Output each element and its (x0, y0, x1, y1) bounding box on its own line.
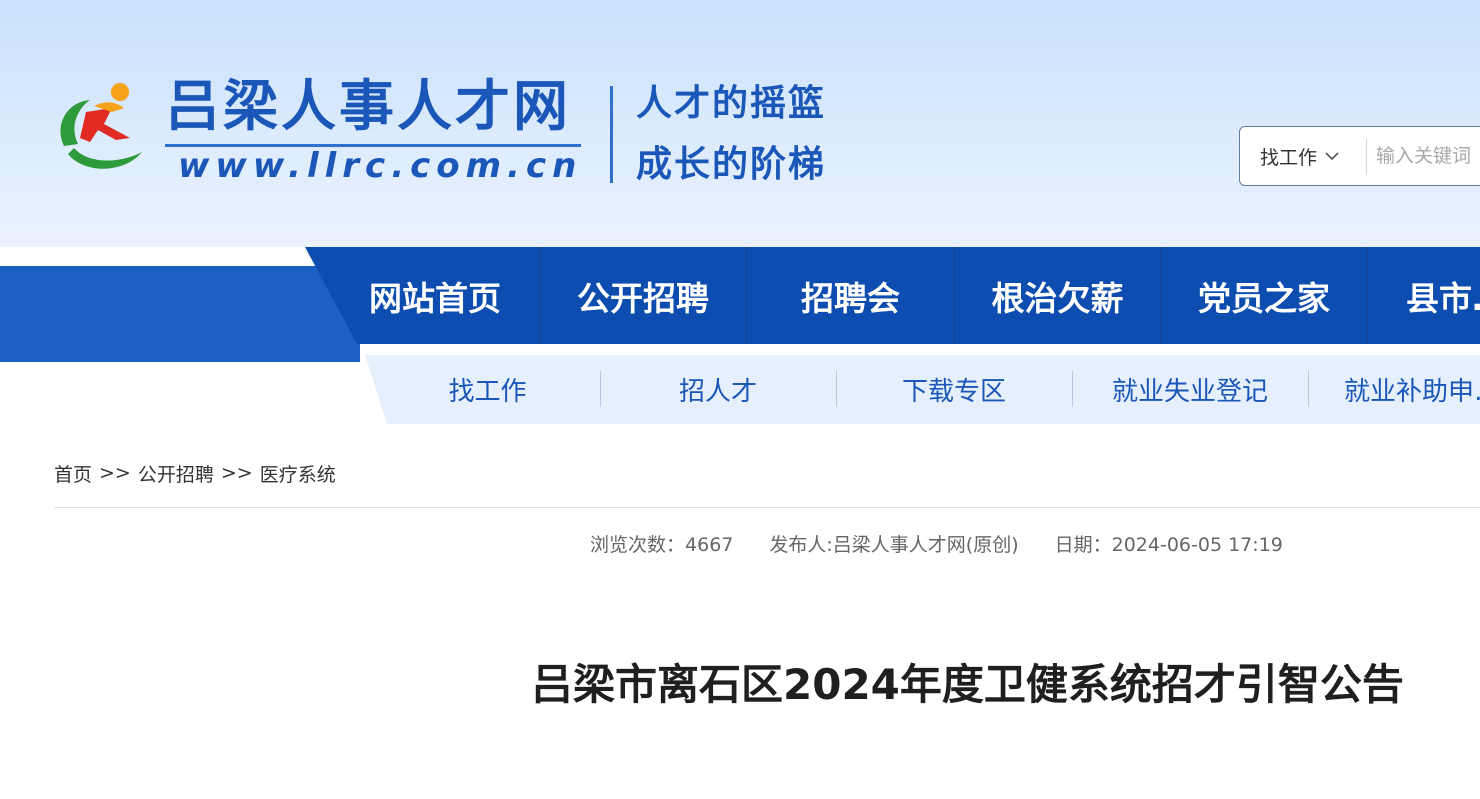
search-category-select[interactable]: 找工作 (1240, 127, 1366, 185)
search-box: 找工作 (1239, 126, 1480, 186)
nav-item-label: 公开招聘 (577, 278, 709, 318)
nav-item-party-home[interactable]: 党员之家 (1161, 247, 1368, 344)
search-separator (1366, 139, 1367, 175)
site-logo-icon[interactable] (50, 78, 154, 182)
main-nav: 网站首页 公开招聘 招聘会 根治欠薪 党员之家 县市… (305, 247, 1480, 344)
nav-item-job-fair[interactable]: 招聘会 (747, 247, 955, 344)
view-count: 浏览次数：4667 (590, 530, 733, 557)
breadcrumb-home[interactable]: 首页 (54, 460, 92, 487)
slogan-divider (610, 86, 613, 183)
breadcrumb-divider (54, 507, 1480, 508)
site-name[interactable]: 吕梁人事人才网 (165, 74, 571, 138)
slogan-line-1: 人才的摇篮 (636, 83, 827, 124)
search-input[interactable] (1376, 136, 1480, 176)
subnav-downloads[interactable]: 下载专区 (836, 355, 1072, 424)
slogan-line-2: 成长的阶梯 (636, 144, 827, 185)
breadcrumb: 首页 >> 公开招聘 >> 医疗系统 (54, 458, 336, 488)
nav-item-wage-arrears[interactable]: 根治欠薪 (955, 247, 1161, 344)
publish-date-value: 2024-06-05 17:19 (1111, 533, 1283, 556)
subnav-find-talent[interactable]: 招人才 (600, 355, 836, 424)
site-header: 吕梁人事人才网 www.llrc.com.cn 人才的摇篮 成长的阶梯 找工作 (0, 0, 1480, 247)
search-category-label: 找工作 (1260, 146, 1318, 169)
article-meta: 浏览次数：4667 发布人:吕梁人事人才网(原创) 日期：2024-06-05 … (590, 528, 1283, 558)
nav-item-label: 招聘会 (801, 278, 900, 318)
subnav-label: 找工作 (448, 377, 527, 407)
view-count-value: 4667 (685, 533, 734, 556)
publisher: 发布人:吕梁人事人才网(原创) (769, 533, 1019, 556)
subnav-find-job[interactable]: 找工作 (365, 355, 600, 424)
subnav-label: 就业失业登记 (1111, 377, 1268, 407)
subnav-employment-registration[interactable]: 就业失业登记 (1072, 355, 1308, 424)
subnav-label: 招人才 (678, 377, 757, 407)
article-title: 吕梁市离石区2024年度卫健系统招才引智公告 (531, 660, 1404, 709)
nav-band-decoration (0, 266, 360, 362)
publish-date-label: 日期： (1054, 533, 1112, 556)
breadcrumb-recruitment[interactable]: 公开招聘 (138, 460, 214, 487)
nav-item-label: 党员之家 (1198, 278, 1330, 318)
site-url[interactable]: www.llrc.com.cn (178, 146, 582, 186)
subnav-employment-subsidy[interactable]: 就业补助申… (1308, 355, 1480, 424)
subnav-label: 就业补助申… (1344, 377, 1480, 407)
sub-nav: 找工作 招人才 下载专区 就业失业登记 就业补助申… (365, 355, 1480, 424)
breadcrumb-separator: >> (99, 462, 131, 484)
nav-item-label: 根治欠薪 (991, 278, 1124, 318)
breadcrumb-medical[interactable]: 医疗系统 (260, 460, 336, 487)
publish-date: 日期：2024-06-05 17:19 (1055, 530, 1283, 557)
nav-item-label: 网站首页 (369, 278, 501, 318)
chevron-down-icon (1325, 152, 1339, 161)
nav-item-label: 县市… (1406, 278, 1480, 318)
nav-item-recruitment[interactable]: 公开招聘 (540, 247, 747, 344)
nav-item-counties[interactable]: 县市… (1368, 247, 1480, 344)
view-count-label: 浏览次数： (590, 533, 686, 556)
breadcrumb-separator: >> (220, 462, 253, 484)
subnav-label: 下载专区 (901, 377, 1006, 407)
